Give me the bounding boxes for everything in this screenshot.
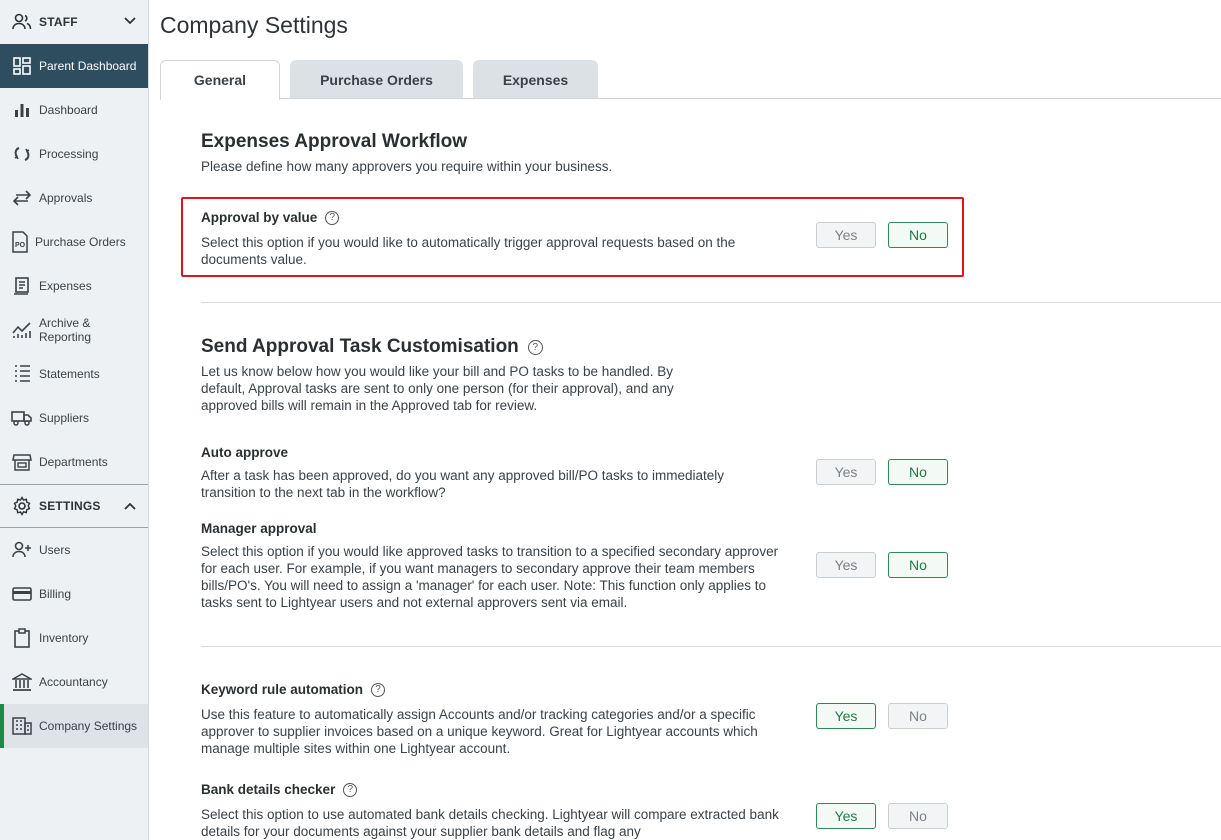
bank-checker-title: Bank details checker ?: [201, 782, 358, 797]
store-icon: [11, 451, 33, 473]
staff-icon: [11, 11, 33, 33]
chevron-up-icon[interactable]: [122, 498, 138, 514]
bank-checker-description: Select this option to use automated bank…: [201, 807, 779, 839]
app: STAFF Parent Dashboard Dashboard Process…: [0, 0, 1221, 840]
sidebar-item-label: Inventory: [39, 631, 89, 645]
add-user-icon: [11, 539, 33, 561]
gear-icon: [11, 495, 33, 517]
main-content: Company Settings General Purchase Orders…: [149, 0, 1221, 840]
auto-approve-description: After a task has been approved, do you w…: [201, 468, 725, 500]
credit-card-icon: [11, 583, 33, 605]
sidebar-item-billing[interactable]: Billing: [0, 572, 148, 616]
building-icon: [11, 715, 33, 737]
sidebar-item-label: Expenses: [39, 279, 92, 293]
send-approval-title: Send Approval Task Customisation ?: [201, 336, 543, 358]
manager-approval-yes-button[interactable]: Yes: [816, 552, 876, 578]
keyword-rule-title: Keyword rule automation ?: [201, 682, 386, 697]
sidebar-item-users[interactable]: Users: [0, 528, 148, 572]
section-divider: [201, 302, 1221, 303]
tab-purchase-orders[interactable]: Purchase Orders: [290, 60, 463, 99]
manager-approval-description: Select this option if you would like app…: [201, 544, 779, 610]
sidebar-item-departments[interactable]: Departments: [0, 440, 148, 484]
staff-label: STAFF: [39, 15, 78, 29]
dashboard-grid-icon: [11, 55, 33, 77]
manager-approval-no-button[interactable]: No: [888, 552, 948, 578]
trend-chart-icon: [11, 319, 33, 341]
sidebar-item-statements[interactable]: Statements: [0, 352, 148, 396]
settings-section-header[interactable]: SETTINGS: [0, 484, 148, 528]
sidebar-item-label: Statements: [39, 367, 100, 381]
sidebar-item-label: Departments: [39, 455, 108, 469]
approval-by-value-description: Select this option if you would like to …: [201, 235, 736, 267]
clipboard-icon: [11, 627, 33, 649]
approval-by-value-label: Approval by value: [201, 210, 318, 225]
sidebar-item-label: Suppliers: [39, 411, 90, 425]
send-approval-description: Let us know below how you would like you…: [201, 364, 674, 413]
tab-expenses[interactable]: Expenses: [473, 60, 598, 99]
svg-text:PO: PO: [15, 242, 26, 249]
arrows-icon: [11, 187, 33, 209]
sidebar-item-purchase-orders[interactable]: PO Purchase Orders: [0, 220, 148, 264]
sidebar-item-label: Dashboard: [39, 103, 98, 117]
expenses-workflow-title: Expenses Approval Workflow: [201, 131, 468, 152]
sidebar-item-suppliers[interactable]: Suppliers: [0, 396, 148, 440]
tab-divider: [280, 98, 1221, 99]
refresh-icon: [11, 143, 33, 165]
approval-by-value-title: Approval by value ?: [201, 210, 340, 225]
auto-approve-yes-button[interactable]: Yes: [816, 459, 876, 485]
auto-approve-no-button[interactable]: No: [888, 459, 948, 485]
expenses-workflow-description: Please define how many approvers you req…: [201, 159, 613, 174]
sidebar-item-dashboard[interactable]: Dashboard: [0, 88, 148, 132]
sidebar-item-label: Archive & Reporting: [39, 316, 92, 344]
help-icon[interactable]: ?: [371, 682, 386, 697]
chevron-down-icon[interactable]: [122, 13, 138, 29]
help-icon[interactable]: ?: [325, 210, 340, 225]
section-divider: [201, 646, 1221, 647]
tab-general[interactable]: General: [160, 60, 280, 100]
bar-chart-icon: [11, 99, 33, 121]
sidebar-item-parent-dashboard[interactable]: Parent Dashboard: [0, 44, 148, 88]
help-icon[interactable]: ?: [343, 782, 358, 797]
bank-icon: [11, 671, 33, 693]
sidebar-item-label: Approvals: [39, 191, 93, 205]
sidebar: STAFF Parent Dashboard Dashboard Process…: [0, 0, 149, 840]
sidebar-item-archive-reporting[interactable]: Archive & Reporting: [0, 308, 148, 352]
keyword-rule-description: Use this feature to automatically assign…: [201, 707, 758, 756]
manager-approval-title: Manager approval: [201, 521, 317, 536]
approval-by-value-yes-button[interactable]: Yes: [816, 222, 876, 248]
sidebar-item-label: Processing: [39, 147, 99, 161]
help-icon[interactable]: ?: [527, 339, 543, 355]
send-approval-label: Send Approval Task Customisation: [201, 336, 519, 357]
truck-icon: [11, 407, 33, 429]
po-document-icon: PO: [11, 231, 29, 253]
auto-approve-title: Auto approve: [201, 445, 289, 460]
sidebar-item-approvals[interactable]: Approvals: [0, 176, 148, 220]
bank-checker-yes-button[interactable]: Yes: [816, 803, 876, 829]
sidebar-item-label: Parent Dashboard: [39, 59, 137, 73]
sidebar-item-label: Purchase Orders: [35, 235, 126, 249]
sidebar-item-processing[interactable]: Processing: [0, 132, 148, 176]
settings-label: SETTINGS: [39, 499, 101, 513]
sidebar-item-label: Company Settings: [39, 719, 138, 733]
keyword-rule-yes-button[interactable]: Yes: [816, 703, 876, 729]
receipt-icon: [11, 275, 33, 297]
bank-checker-label: Bank details checker: [201, 782, 336, 797]
sidebar-item-expenses[interactable]: Expenses: [0, 264, 148, 308]
keyword-rule-no-button[interactable]: No: [888, 703, 948, 729]
sidebar-item-label: Billing: [39, 587, 72, 601]
staff-section-header[interactable]: STAFF: [0, 0, 148, 44]
sidebar-item-label: Users: [39, 543, 71, 557]
approval-by-value-no-button[interactable]: No: [888, 222, 948, 248]
bank-checker-no-button[interactable]: No: [888, 803, 948, 829]
page-title: Company Settings: [160, 12, 348, 38]
sidebar-item-inventory[interactable]: Inventory: [0, 616, 148, 660]
sidebar-item-label: Accountancy: [39, 675, 108, 689]
list-icon: [11, 363, 33, 385]
sidebar-item-accountancy[interactable]: Accountancy: [0, 660, 148, 704]
sidebar-item-company-settings[interactable]: Company Settings: [0, 704, 148, 748]
keyword-rule-label: Keyword rule automation: [201, 682, 364, 697]
